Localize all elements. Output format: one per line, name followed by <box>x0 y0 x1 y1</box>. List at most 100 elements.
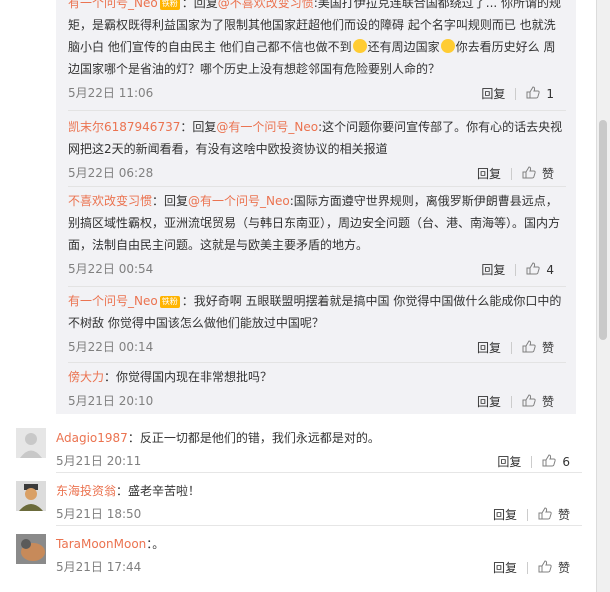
reply-time: 5月22日 11:06 <box>68 86 154 100</box>
like-icon[interactable] <box>526 262 540 275</box>
reply-actions: 回复 4 <box>469 258 554 281</box>
reply-prefix: ：回复 <box>180 120 217 134</box>
comment-body: TaraMoonMoon：。 5月21日 17:44 回复 赞 <box>56 534 582 578</box>
reply-username[interactable]: 傍大力 <box>68 370 104 384</box>
reply-text: 有一个问号_Neo 铁粉 ：回复@不喜欢改变习惯:美国打伊拉克连联合国都绕过了...… <box>68 0 566 80</box>
divider <box>510 395 512 408</box>
reply-item: 凯末尔6187946737：回复@有一个问号_Neo:这个问题你要问宣传部了。你… <box>68 116 566 184</box>
comment-body: Adagio1987：反正一切都是他们的错，我们永远都是对的。 5月21日 20… <box>56 428 582 472</box>
reply-username[interactable]: 有一个问号_Neo <box>68 294 158 308</box>
reply-button[interactable]: 回复 <box>481 259 505 281</box>
fan-badge: 铁粉 <box>159 296 180 308</box>
reply-text: 傍大力：你觉得国内现在非常想批吗？ <box>68 366 566 388</box>
reply-button[interactable]: 回复 <box>497 451 521 473</box>
divider <box>515 263 517 276</box>
reply-button[interactable]: 回复 <box>477 337 501 359</box>
like-icon[interactable] <box>542 454 556 467</box>
comment-text: TaraMoonMoon：。 <box>56 534 582 554</box>
reply-username[interactable]: 凯末尔6187946737 <box>68 120 180 134</box>
like-count: 赞 <box>557 560 570 575</box>
comment-body: 东海投资翁：盛老辛苦啦！ 5月21日 18:50 回复 赞 <box>56 481 582 525</box>
comment-content: ：反正一切都是他们的错，我们永远都是对的。 <box>127 431 380 445</box>
reply-username[interactable]: 有一个问号_Neo <box>68 0 158 10</box>
reply-time: 5月22日 00:14 <box>68 340 154 354</box>
like-icon[interactable] <box>538 560 552 573</box>
divider <box>526 508 528 521</box>
comment-text: 东海投资翁：盛老辛苦啦！ <box>56 481 582 501</box>
like-count: 赞 <box>557 507 570 522</box>
reply-text: 凯末尔6187946737：回复@有一个问号_Neo:这个问题你要问宣传部了。你… <box>68 116 566 160</box>
avatar[interactable] <box>16 481 46 511</box>
comment-time: 5月21日 17:44 <box>56 560 142 574</box>
like-count: 赞 <box>541 394 554 409</box>
reply-actions: 回复 赞 <box>465 162 554 185</box>
mention-link[interactable]: @有一个问号_Neo <box>188 194 290 208</box>
reply-username[interactable]: 不喜欢改变习惯 <box>68 194 152 208</box>
divider <box>510 341 512 354</box>
comment-username[interactable]: 东海投资翁 <box>56 484 116 498</box>
divider <box>515 87 517 100</box>
reply-meta: 5月22日 11:06 回复 1 <box>68 82 566 104</box>
reply-thread: 有一个问号_Neo 铁粉 ：回复@不喜欢改变习惯:美国打伊拉克连联合国都绕过了...… <box>56 0 576 414</box>
comment-meta: 5月21日 18:50 回复 赞 <box>56 503 582 525</box>
reply-item: 傍大力：你觉得国内现在非常想批吗？ 5月21日 20:10 回复 赞 <box>68 366 566 412</box>
emoji-icon <box>352 39 367 53</box>
like-icon[interactable] <box>522 340 536 353</box>
reply-content: ：你觉得国内现在非常想批吗？ <box>104 370 273 384</box>
divider <box>531 455 533 468</box>
reply-item: 有一个问号_Neo 铁粉 ：我好奇啊 五眼联盟明摆着就是搞中国 你觉得中国做什么能成… <box>68 290 566 358</box>
divider <box>68 362 566 363</box>
mention-link[interactable]: @不喜欢改变习惯 <box>218 0 314 10</box>
comment-content: ：。 <box>146 537 165 551</box>
divider <box>526 561 528 574</box>
reply-button[interactable]: 回复 <box>477 391 501 413</box>
reply-content-2: 还有周边国家 <box>367 40 440 54</box>
reply-meta: 5月21日 20:10 回复 赞 <box>68 390 566 412</box>
reply-time: 5月22日 06:28 <box>68 166 154 180</box>
like-icon[interactable] <box>526 86 540 99</box>
comment-username[interactable]: Adagio1987 <box>56 431 128 445</box>
comment-actions: 回复 6 <box>485 450 570 473</box>
like-count: 1 <box>546 86 554 101</box>
avatar[interactable] <box>16 428 46 458</box>
reply-actions: 回复 赞 <box>465 336 554 359</box>
reply-actions: 回复 1 <box>469 82 554 105</box>
like-count: 赞 <box>541 340 554 355</box>
avatar[interactable] <box>16 534 46 564</box>
reply-meta: 5月22日 06:28 回复 赞 <box>68 162 566 184</box>
reply-button[interactable]: 回复 <box>493 557 517 579</box>
comment-username[interactable]: TaraMoonMoon <box>56 537 146 551</box>
reply-time: 5月21日 20:10 <box>68 394 154 408</box>
comment-panel: 有一个问号_Neo 铁粉 ：回复@不喜欢改变习惯:美国打伊拉克连联合国都绕过了...… <box>0 0 596 592</box>
divider <box>68 186 566 187</box>
reply-text: 有一个问号_Neo 铁粉 ：我好奇啊 五眼联盟明摆着就是搞中国 你觉得中国做什么能成… <box>68 290 566 334</box>
reply-actions: 回复 赞 <box>465 390 554 413</box>
divider <box>68 110 566 111</box>
reply-button[interactable]: 回复 <box>477 163 501 185</box>
reply-meta: 5月22日 00:54 回复 4 <box>68 258 566 280</box>
divider <box>56 472 582 473</box>
like-count: 赞 <box>541 166 554 181</box>
comment-actions: 回复 赞 <box>481 503 570 526</box>
reply-prefix: ：回复 <box>152 194 189 208</box>
comment-time: 5月21日 18:50 <box>56 507 142 521</box>
reply-meta: 5月22日 00:14 回复 赞 <box>68 336 566 358</box>
like-icon[interactable] <box>538 507 552 520</box>
like-icon[interactable] <box>522 394 536 407</box>
reply-button[interactable]: 回复 <box>481 83 505 105</box>
reply-prefix: ：回复 <box>181 0 218 10</box>
divider <box>510 167 512 180</box>
fan-badge: 铁粉 <box>159 0 180 10</box>
like-icon[interactable] <box>522 166 536 179</box>
reply-item: 不喜欢改变习惯：回复@有一个问号_Neo:国际方面遵守世界规则，离俄罗斯伊朗曹县… <box>68 190 566 280</box>
scrollbar-thumb[interactable] <box>599 120 607 340</box>
emoji-icon <box>440 39 455 53</box>
comment-content: ：盛老辛苦啦！ <box>116 484 201 498</box>
comment-text: Adagio1987：反正一切都是他们的错，我们永远都是对的。 <box>56 428 582 448</box>
mention-link[interactable]: @有一个问号_Neo <box>216 120 318 134</box>
divider <box>68 286 566 287</box>
reply-text: 不喜欢改变习惯：回复@有一个问号_Neo:国际方面遵守世界规则，离俄罗斯伊朗曹县… <box>68 190 566 256</box>
comment-meta: 5月21日 17:44 回复 赞 <box>56 556 582 578</box>
reply-button[interactable]: 回复 <box>493 504 517 526</box>
comment-meta: 5月21日 20:11 回复 6 <box>56 450 582 472</box>
